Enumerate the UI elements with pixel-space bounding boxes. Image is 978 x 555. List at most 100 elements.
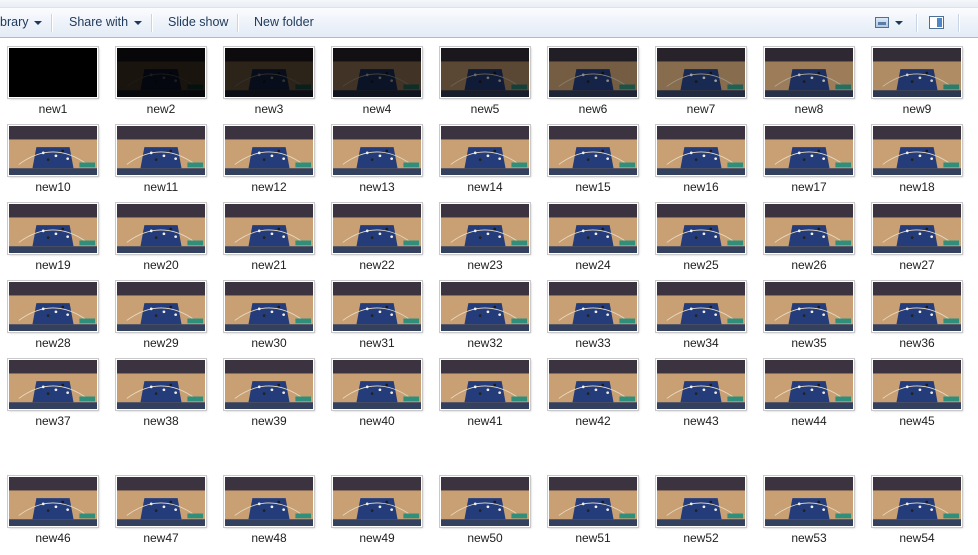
- video-thumbnail: [548, 47, 638, 98]
- video-thumbnail: [8, 281, 98, 332]
- new-folder-button[interactable]: New folder: [254, 8, 314, 38]
- file-item[interactable]: new51: [540, 467, 646, 545]
- file-item[interactable]: new44: [756, 350, 862, 428]
- file-item[interactable]: new47: [108, 467, 214, 545]
- toolbar-separator: [237, 14, 239, 32]
- video-thumbnail: [872, 281, 962, 332]
- file-item[interactable]: new54: [864, 467, 970, 545]
- file-item[interactable]: new36: [864, 272, 970, 350]
- file-item[interactable]: new4: [324, 38, 430, 116]
- file-item[interactable]: new35: [756, 272, 862, 350]
- file-item[interactable]: new41: [432, 350, 538, 428]
- file-item[interactable]: new39: [216, 350, 322, 428]
- video-thumbnail: [548, 476, 638, 527]
- video-thumbnail: [8, 47, 98, 98]
- file-item[interactable]: new20: [108, 194, 214, 272]
- file-item[interactable]: new28: [0, 272, 106, 350]
- file-name-label: new22: [359, 258, 395, 272]
- video-thumbnail: [440, 359, 530, 410]
- file-name-label: new46: [35, 531, 71, 545]
- file-name-label: new45: [899, 414, 935, 428]
- file-item[interactable]: new34: [648, 272, 754, 350]
- file-item[interactable]: new25: [648, 194, 754, 272]
- file-item[interactable]: new14: [432, 116, 538, 194]
- video-thumbnail: [656, 281, 746, 332]
- file-name-label: new51: [575, 531, 611, 545]
- file-item[interactable]: new49: [324, 467, 430, 545]
- file-item[interactable]: new8: [756, 38, 862, 116]
- file-item[interactable]: new33: [540, 272, 646, 350]
- file-name-label: new50: [467, 531, 503, 545]
- video-thumbnail: [116, 47, 206, 98]
- file-item[interactable]: new23: [432, 194, 538, 272]
- file-item[interactable]: new10: [0, 116, 106, 194]
- view-options-icon[interactable]: [875, 17, 889, 28]
- file-name-label: new27: [899, 258, 935, 272]
- file-item[interactable]: new26: [756, 194, 862, 272]
- file-item[interactable]: new17: [756, 116, 862, 194]
- file-item[interactable]: new29: [108, 272, 214, 350]
- video-thumbnail: [332, 47, 422, 98]
- file-item[interactable]: new50: [432, 467, 538, 545]
- video-thumbnail: [116, 281, 206, 332]
- file-name-label: new24: [575, 258, 611, 272]
- file-item[interactable]: new38: [108, 350, 214, 428]
- file-item[interactable]: new24: [540, 194, 646, 272]
- file-item[interactable]: new37: [0, 350, 106, 428]
- file-item[interactable]: new15: [540, 116, 646, 194]
- view-options-dropdown[interactable]: [893, 8, 903, 38]
- file-item[interactable]: new16: [648, 116, 754, 194]
- file-item[interactable]: new32: [432, 272, 538, 350]
- file-item[interactable]: new46: [0, 467, 106, 545]
- file-name-label: new19: [35, 258, 71, 272]
- video-thumbnail: [224, 203, 314, 254]
- file-item[interactable]: new9: [864, 38, 970, 116]
- file-item[interactable]: new1: [0, 38, 106, 116]
- file-name-label: new37: [35, 414, 71, 428]
- video-thumbnail: [764, 125, 854, 176]
- file-name-label: new10: [35, 180, 71, 194]
- include-in-library-button[interactable]: brary: [0, 8, 43, 38]
- file-name-label: new13: [359, 180, 395, 194]
- file-item[interactable]: new31: [324, 272, 430, 350]
- file-item[interactable]: new45: [864, 350, 970, 428]
- file-item[interactable]: new3: [216, 38, 322, 116]
- file-name-label: new48: [251, 531, 287, 545]
- new-folder-label: New folder: [254, 15, 314, 29]
- video-thumbnail: [440, 47, 530, 98]
- video-thumbnail: [548, 281, 638, 332]
- file-name-label: new40: [359, 414, 395, 428]
- file-item[interactable]: new48: [216, 467, 322, 545]
- file-item[interactable]: new43: [648, 350, 754, 428]
- file-item[interactable]: new11: [108, 116, 214, 194]
- file-item[interactable]: new18: [864, 116, 970, 194]
- video-thumbnail: [764, 203, 854, 254]
- file-item[interactable]: new12: [216, 116, 322, 194]
- video-thumbnail: [116, 359, 206, 410]
- file-item[interactable]: new21: [216, 194, 322, 272]
- video-thumbnail: [872, 125, 962, 176]
- file-item[interactable]: new7: [648, 38, 754, 116]
- file-item[interactable]: new6: [540, 38, 646, 116]
- file-name-label: new25: [683, 258, 719, 272]
- file-item[interactable]: new2: [108, 38, 214, 116]
- preview-pane-icon[interactable]: [929, 16, 944, 29]
- slide-show-button[interactable]: Slide show: [168, 8, 228, 38]
- file-item[interactable]: new19: [0, 194, 106, 272]
- file-name-label: new17: [791, 180, 827, 194]
- file-name-label: new9: [902, 102, 932, 116]
- video-thumbnail: [440, 125, 530, 176]
- file-item[interactable]: new53: [756, 467, 862, 545]
- share-with-button[interactable]: Share with: [69, 8, 143, 38]
- video-thumbnail: [548, 359, 638, 410]
- file-item[interactable]: new27: [864, 194, 970, 272]
- file-item[interactable]: new42: [540, 350, 646, 428]
- file-item[interactable]: new22: [324, 194, 430, 272]
- file-item[interactable]: new13: [324, 116, 430, 194]
- file-item[interactable]: new30: [216, 272, 322, 350]
- file-item[interactable]: new40: [324, 350, 430, 428]
- file-item[interactable]: new5: [432, 38, 538, 116]
- file-item[interactable]: new52: [648, 467, 754, 545]
- file-name-label: new34: [683, 336, 719, 350]
- file-name-label: new18: [899, 180, 935, 194]
